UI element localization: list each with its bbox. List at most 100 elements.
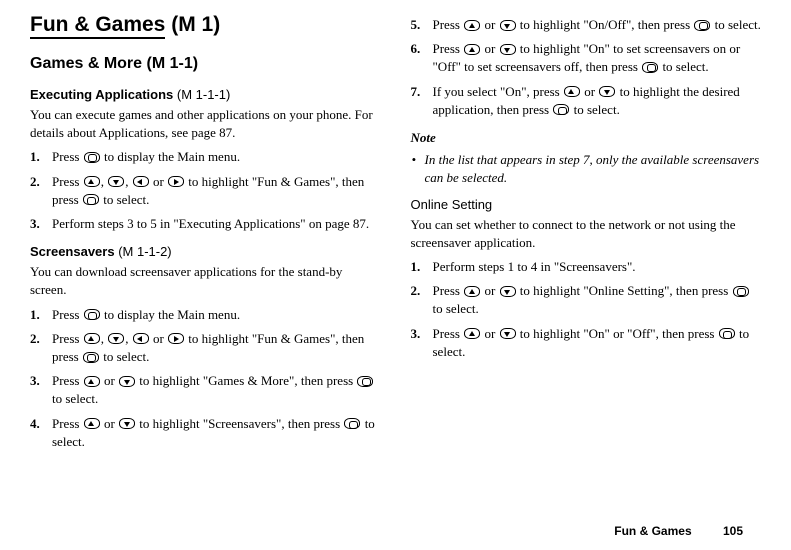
step-text: Press — [433, 283, 464, 298]
step-text: to select. — [659, 59, 708, 74]
up-button-icon — [464, 286, 480, 297]
main-heading-line: Fun & Games (M 1) — [30, 10, 381, 39]
step-text: to highlight "Online Setting", then pres… — [517, 283, 732, 298]
step-item: Press or to highlight "Online Setting", … — [411, 282, 762, 318]
step-text: to highlight "Screensavers", then press — [136, 416, 343, 431]
center-button-icon — [733, 286, 749, 297]
main-heading-menu-ref: (M 1) — [165, 13, 220, 36]
online-setting-steps: Perform steps 1 to 4 in "Screensavers". … — [411, 258, 762, 361]
note-heading: Note — [411, 129, 762, 147]
step-text: Press — [433, 326, 464, 341]
section-executing-apps-heading: Executing Applications (M 1-1-1) — [30, 86, 381, 104]
section-executing-apps-title: Executing Applications — [30, 87, 173, 102]
up-button-icon — [464, 20, 480, 31]
step-text: to select. — [711, 17, 760, 32]
step-item: Press to display the Main menu. — [30, 306, 381, 324]
step-text: to select. — [100, 349, 149, 364]
sub-heading-text: Games & More — [30, 55, 142, 72]
right-column: Press or to highlight "On/Off", then pre… — [411, 10, 762, 453]
right-button-icon — [168, 333, 184, 344]
screensavers-steps-right: Press or to highlight "On/Off", then pre… — [411, 16, 762, 119]
step-text: Press — [52, 416, 83, 431]
step-text: to highlight "On/Off", then press — [517, 17, 694, 32]
step-text: Press — [52, 174, 83, 189]
step-text: to select. — [52, 391, 98, 406]
down-button-icon — [119, 376, 135, 387]
step-item: Press to display the Main menu. — [30, 148, 381, 166]
down-button-icon — [108, 333, 124, 344]
sub-heading: Games & More (M 1-1) — [30, 53, 381, 75]
step-text: Press — [52, 373, 83, 388]
footer: Fun & Games 105 — [614, 523, 743, 540]
center-button-icon — [84, 309, 100, 320]
step-text: Press — [52, 331, 83, 346]
step-item: Perform steps 3 to 5 in "Executing Appli… — [30, 215, 381, 233]
center-button-icon — [344, 418, 360, 429]
screensavers-steps-left: Press to display the Main menu. Press , … — [30, 306, 381, 451]
step-text: , — [101, 331, 108, 346]
step-text: to select. — [433, 301, 479, 316]
section-executing-apps-intro: You can execute games and other applicat… — [30, 106, 381, 142]
center-button-icon — [642, 62, 658, 73]
down-button-icon — [119, 418, 135, 429]
step-item: Press or to highlight "Games & More", th… — [30, 372, 381, 408]
section-screensavers-heading: Screensavers (M 1-1-2) — [30, 243, 381, 261]
center-button-icon — [553, 104, 569, 115]
executing-apps-steps: Press to display the Main menu. Press , … — [30, 148, 381, 233]
down-button-icon — [500, 328, 516, 339]
step-item: Press , , or to highlight "Fun & Games",… — [30, 173, 381, 209]
center-button-icon — [719, 328, 735, 339]
step-text: or — [481, 17, 498, 32]
step-text: or — [150, 331, 167, 346]
section-online-setting-intro: You can set whether to connect to the ne… — [411, 216, 762, 252]
up-button-icon — [84, 176, 100, 187]
step-item: Press or to highlight "On/Off", then pre… — [411, 16, 762, 34]
step-text: , — [101, 174, 108, 189]
step-text: or — [481, 283, 498, 298]
step-text: to display the Main menu. — [101, 307, 240, 322]
step-text: Press — [433, 17, 464, 32]
step-item: Perform steps 1 to 4 in "Screensavers". — [411, 258, 762, 276]
step-item: If you select "On", press or to highligh… — [411, 83, 762, 119]
step-text: to highlight "On" or "Off", then press — [517, 326, 718, 341]
up-button-icon — [84, 376, 100, 387]
down-button-icon — [500, 286, 516, 297]
step-item: Press , , or to highlight "Fun & Games",… — [30, 330, 381, 366]
up-button-icon — [464, 44, 480, 55]
center-button-icon — [357, 376, 373, 387]
center-button-icon — [84, 152, 100, 163]
step-text: , — [125, 331, 132, 346]
up-button-icon — [84, 333, 100, 344]
center-button-icon — [83, 194, 99, 205]
step-text: Press — [433, 41, 464, 56]
step-text: to select. — [100, 192, 149, 207]
step-text: If you select "On", press — [433, 84, 563, 99]
step-text: or — [481, 41, 498, 56]
left-column: Fun & Games (M 1) Games & More (M 1-1) E… — [30, 10, 381, 453]
center-button-icon — [694, 20, 710, 31]
step-text: or — [481, 326, 498, 341]
left-button-icon — [133, 176, 149, 187]
sub-heading-menu-ref: (M 1-1) — [142, 55, 198, 72]
step-text: to select. — [570, 102, 619, 117]
down-button-icon — [500, 44, 516, 55]
footer-page-number: 105 — [723, 524, 743, 538]
down-button-icon — [599, 86, 615, 97]
section-screensavers-intro: You can download screensaver application… — [30, 263, 381, 299]
down-button-icon — [500, 20, 516, 31]
step-item: Press or to highlight "On" to set screen… — [411, 40, 762, 76]
step-text: to display the Main menu. — [101, 149, 240, 164]
step-text: or — [581, 84, 598, 99]
up-button-icon — [464, 328, 480, 339]
left-button-icon — [133, 333, 149, 344]
footer-section-name: Fun & Games — [614, 524, 691, 538]
down-button-icon — [108, 176, 124, 187]
step-text: or — [101, 373, 118, 388]
step-item: Press or to highlight "On" or "Off", the… — [411, 325, 762, 361]
step-text: or — [101, 416, 118, 431]
section-executing-apps-menu-ref: (M 1-1-1) — [173, 87, 230, 102]
step-text: Press — [52, 307, 83, 322]
section-screensavers-title: Screensavers — [30, 244, 115, 259]
center-button-icon — [83, 352, 99, 363]
right-button-icon — [168, 176, 184, 187]
